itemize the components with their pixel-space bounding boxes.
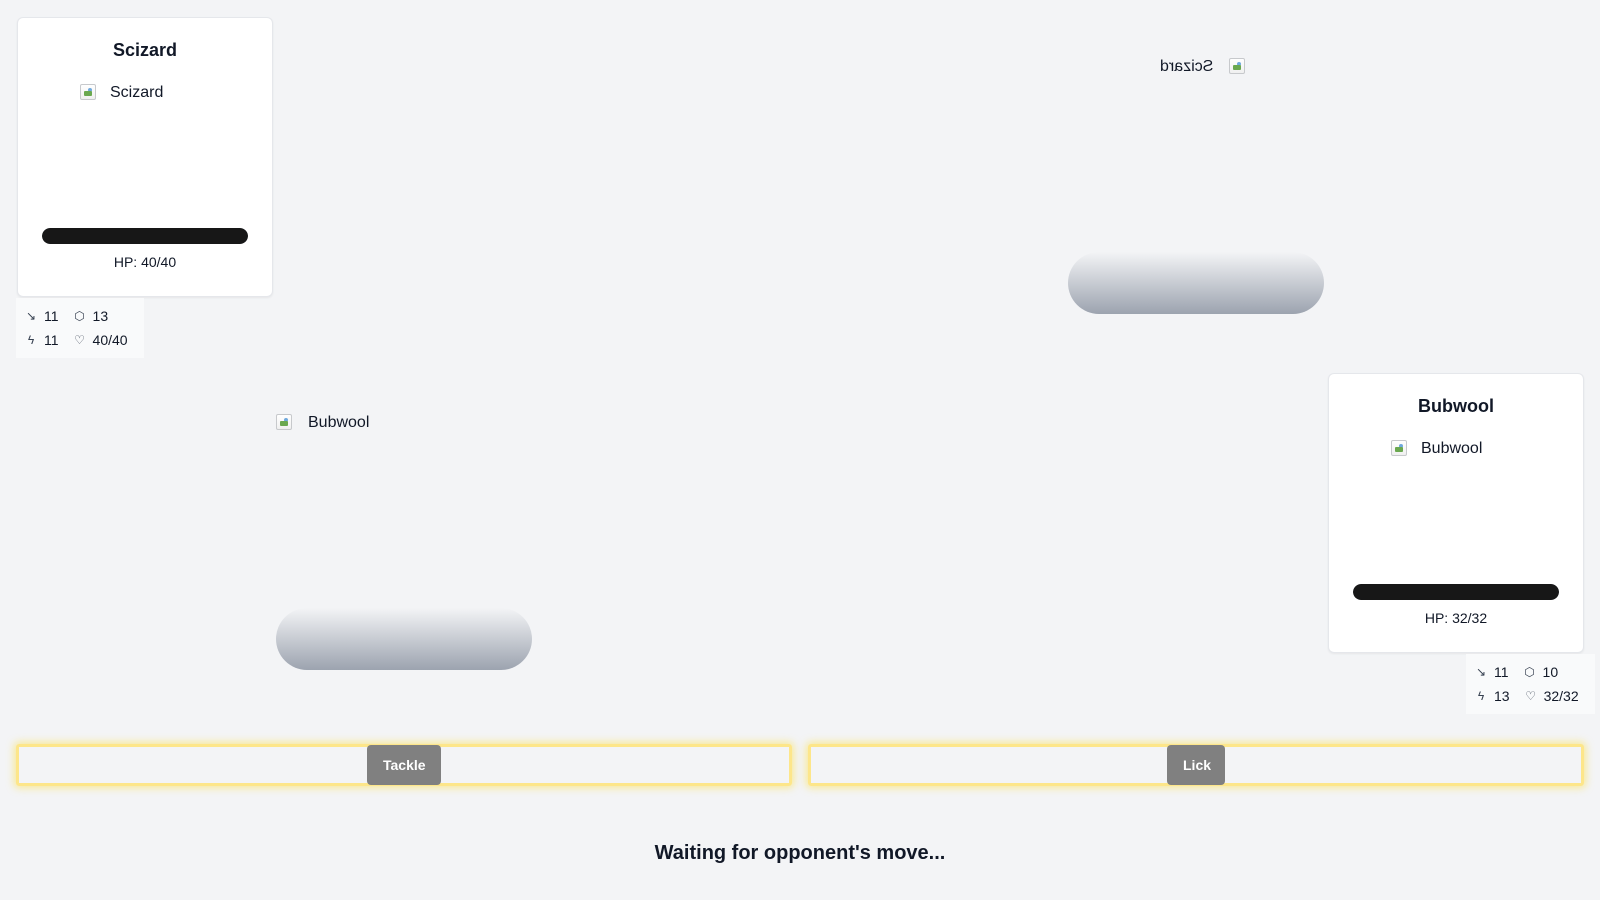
opponent-hp-stat: 40/40: [92, 332, 128, 348]
opponent-speed: 11: [44, 332, 59, 348]
opponent-platform: [1068, 252, 1324, 314]
opponent-stat-row-2: ϟ 11 ♡ 40/40: [24, 328, 136, 352]
player-sprite: Bubwool: [276, 414, 369, 432]
player-speed: 13: [1494, 688, 1510, 704]
broken-image-icon: [1391, 440, 1407, 456]
opponent-stats: ↘ 11 ⬡ 13 ϟ 11 ♡ 40/40: [16, 298, 144, 358]
opponent-card-image: Scizard: [80, 84, 163, 102]
player-stats: ↘ 11 ⬡ 10 ϟ 13 ♡ 32/32: [1466, 654, 1595, 714]
opponent-hp-bar: [42, 228, 248, 244]
player-hp-bar: [1353, 584, 1559, 600]
sword-icon: ↘: [1475, 665, 1487, 679]
battle-status-text: Waiting for opponent's move...: [654, 842, 946, 864]
broken-image-icon: [276, 414, 292, 430]
opponent-attack: 11: [44, 308, 59, 324]
sword-icon: ↘: [25, 309, 37, 323]
lightning-icon: ϟ: [27, 333, 35, 347]
shield-icon: ⬡: [1524, 665, 1535, 679]
broken-image-icon: [1229, 58, 1246, 74]
broken-image-icon: [80, 84, 96, 100]
shield-icon: ⬡: [74, 309, 85, 323]
opponent-sprite: Scizard: [1160, 58, 1246, 76]
player-stat-row-2: ϟ 13 ♡ 32/32: [1474, 684, 1587, 708]
move-button-tackle[interactable]: Tackle: [367, 745, 441, 785]
heart-icon: ♡: [74, 333, 85, 347]
player-name: Bubwool: [1418, 396, 1494, 416]
battle-screen: Scizard Scizard HP: 40/40 ↘ 11 ⬡ 13 ϟ 11…: [0, 0, 1600, 900]
player-defense: 10: [1542, 664, 1559, 680]
opponent-hp-fill: [42, 228, 248, 244]
player-info-card: Bubwool Bubwool HP: 32/32: [1328, 373, 1584, 653]
opponent-card-image-alt: Scizard: [110, 84, 164, 101]
opponent-defense: 13: [92, 308, 109, 324]
player-card-image: Bubwool: [1391, 440, 1482, 458]
heart-icon: ♡: [1525, 689, 1536, 703]
opponent-sprite-alt: Scizard: [1160, 58, 1214, 75]
player-stat-row-1: ↘ 11 ⬡ 10: [1474, 660, 1587, 684]
player-attack: 11: [1494, 664, 1509, 680]
player-platform: [276, 608, 532, 670]
player-hp-text: HP: 32/32: [1424, 610, 1488, 626]
player-sprite-alt: Bubwool: [308, 414, 370, 431]
opponent-stat-row-1: ↘ 11 ⬡ 13: [24, 304, 136, 328]
move-button-lick[interactable]: Lick: [1167, 745, 1225, 785]
player-hp-fill: [1353, 584, 1559, 600]
player-hp-stat: 32/32: [1543, 688, 1579, 704]
opponent-hp-text: HP: 40/40: [113, 254, 177, 270]
player-card-image-alt: Bubwool: [1421, 440, 1483, 457]
opponent-name: Scizard: [112, 40, 178, 60]
lightning-icon: ϟ: [1477, 689, 1485, 703]
opponent-info-card: Scizard Scizard HP: 40/40: [17, 17, 273, 297]
